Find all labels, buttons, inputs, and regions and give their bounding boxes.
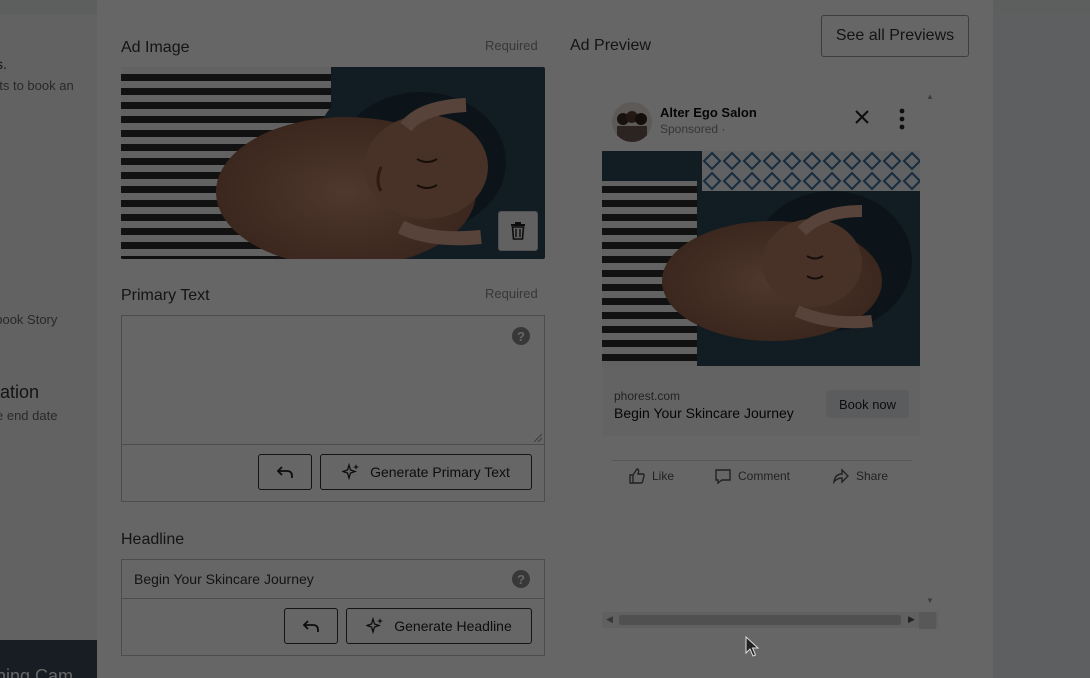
headline-label: Headline [121, 531, 185, 548]
share-icon [832, 468, 849, 485]
trash-icon [511, 222, 525, 240]
primary-text-input[interactable]: ? [121, 315, 545, 444]
like-action[interactable]: Like [628, 467, 674, 485]
ad-editor-modal: Ad Image Required Primary Text Required … [97, 0, 993, 678]
share-label: Share [856, 469, 889, 483]
page-name: Alter Ego Salon [660, 105, 757, 120]
scrollbar-thumb[interactable] [619, 615, 901, 625]
delete-image-button[interactable] [498, 211, 538, 251]
ad-image-label: Ad Image [121, 39, 190, 56]
primary-text-label: Primary Text [121, 287, 210, 304]
undo-icon [276, 466, 293, 478]
scroll-down-arrow[interactable]: ▼ [926, 596, 934, 605]
share-action[interactable]: Share [832, 467, 888, 485]
scroll-left-arrow[interactable]: ◀ [606, 614, 613, 625]
generate-primary-text-button[interactable]: Generate Primary Text [320, 454, 532, 490]
scrollbar-corner [919, 612, 936, 629]
preview-ad-image [602, 151, 920, 366]
like-label: Like [652, 469, 675, 483]
comment-icon [715, 469, 731, 485]
headline-toolbar: Generate Headline [121, 598, 545, 656]
background-left-column: s. nts to book an ebook Story ration e e… [0, 0, 97, 678]
ad-preview-title: Ad Preview [570, 37, 651, 54]
resize-handle-icon[interactable] [532, 432, 542, 442]
headline-value: Begin Your Skincare Journey [134, 571, 314, 587]
background-text: s. [0, 56, 7, 72]
background-text: ration [0, 382, 40, 402]
avatar [612, 102, 652, 142]
ad-image[interactable] [121, 67, 545, 259]
generate-headline-label: Generate Headline [394, 618, 512, 634]
see-all-previews-button[interactable]: See all Previews [821, 15, 969, 57]
sparkle-icon [366, 617, 384, 635]
generate-headline-button[interactable]: Generate Headline [346, 608, 532, 644]
background-text: ning Cam [0, 666, 74, 678]
ad-image-photo [121, 67, 545, 259]
ad-image-required: Required [485, 38, 538, 53]
scroll-right-arrow[interactable]: ▶ [908, 614, 915, 625]
comment-action[interactable]: Comment [714, 467, 790, 485]
primary-text-required: Required [485, 286, 538, 301]
primary-text-toolbar: Generate Primary Text [121, 444, 545, 502]
more-vertical-icon[interactable] [899, 108, 905, 130]
horizontal-scrollbar[interactable]: ◀ ▶ [602, 612, 938, 628]
like-icon [629, 468, 645, 484]
sponsored-label: Sponsored · [660, 122, 726, 136]
background-right-column [993, 14, 1090, 678]
link-preview[interactable]: phorest.com Begin Your Skincare Journey … [602, 366, 920, 436]
cursor-icon [745, 636, 760, 657]
help-icon[interactable]: ? [512, 327, 530, 345]
scroll-up-arrow[interactable]: ▲ [926, 92, 934, 101]
divider [612, 460, 912, 461]
comment-label: Comment [738, 469, 791, 483]
undo-icon [302, 620, 319, 632]
close-icon[interactable] [854, 109, 870, 125]
generate-primary-text-label: Generate Primary Text [370, 464, 510, 480]
link-headline: Begin Your Skincare Journey [614, 405, 794, 421]
sparkle-icon [342, 463, 360, 481]
background-text: e end date [0, 408, 58, 423]
facebook-ad-preview: Alter Ego Salon Sponsored · phorest.com … [602, 92, 938, 612]
undo-primary-text-button[interactable] [258, 454, 312, 490]
book-now-button[interactable]: Book now [826, 390, 909, 418]
background-text: ebook Story [0, 312, 58, 327]
help-icon[interactable]: ? [512, 570, 530, 588]
link-domain: phorest.com [614, 389, 681, 403]
undo-headline-button[interactable] [284, 608, 338, 644]
background-text: nts to book an [0, 78, 74, 93]
headline-input[interactable]: Begin Your Skincare Journey ? [121, 559, 545, 599]
